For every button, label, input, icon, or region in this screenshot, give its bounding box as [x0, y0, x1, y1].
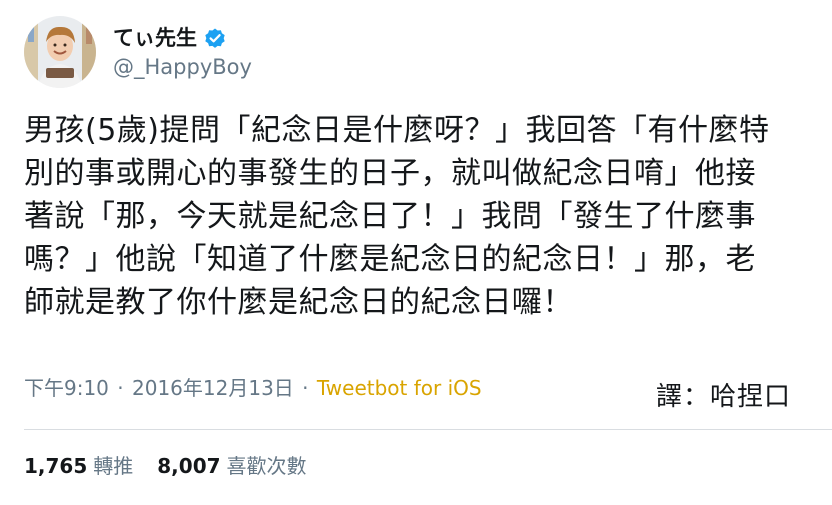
- divider: [24, 429, 832, 430]
- tweet-meta: 下午9:10 · 2016年12月13日 · Tweetbot for iOS: [24, 374, 482, 402]
- avatar-photo: [24, 16, 96, 88]
- tweet-text-line: 師就是教了你什麼是紀念日的紀念日囉！: [24, 285, 573, 320]
- tweet-text: 男孩(5歲)提問「紀念日是什麼呀？」我回答「有什麼特 別的事或開心的事發生的日子…: [24, 109, 814, 324]
- verified-badge-icon: [203, 26, 227, 50]
- tweet-date[interactable]: 2016年12月13日: [132, 376, 294, 400]
- tweet-stats: 1,765 轉推 8,007 喜歡次數: [24, 452, 307, 480]
- retweet-count-value: 1,765: [24, 454, 88, 478]
- avatar[interactable]: [24, 16, 96, 88]
- user-handle[interactable]: @_HappyBoy: [113, 53, 252, 81]
- tweet-time[interactable]: 下午9:10: [24, 376, 109, 400]
- tweet-source-link[interactable]: Tweetbot for iOS: [317, 376, 482, 400]
- retweet-count-label: 轉推: [93, 454, 134, 478]
- like-count-label: 喜歡次數: [226, 454, 307, 478]
- translator-credit: 譯：哈捏口: [655, 382, 791, 412]
- tweet-text-line: 別的事或開心的事發生的日子，就叫做紀念日唷」他接: [24, 156, 756, 191]
- like-count[interactable]: 8,007 喜歡次數: [157, 452, 306, 480]
- tweet-text-line: 著說「那，今天就是紀念日了！」我問「發生了什麼事: [24, 199, 756, 234]
- user-name-row: てぃ先生: [113, 24, 227, 52]
- meta-separator: ·: [302, 376, 309, 400]
- tweet-text-line: 男孩(5歲)提問「紀念日是什麼呀？」我回答「有什麼特: [24, 113, 770, 148]
- tweet-text-line: 嗎？」他說「知道了什麼是紀念日的紀念日！」那，老: [24, 242, 756, 277]
- retweet-count[interactable]: 1,765 轉推: [24, 452, 133, 480]
- display-name[interactable]: てぃ先生: [113, 24, 197, 52]
- like-count-value: 8,007: [157, 454, 221, 478]
- meta-separator: ·: [117, 376, 124, 400]
